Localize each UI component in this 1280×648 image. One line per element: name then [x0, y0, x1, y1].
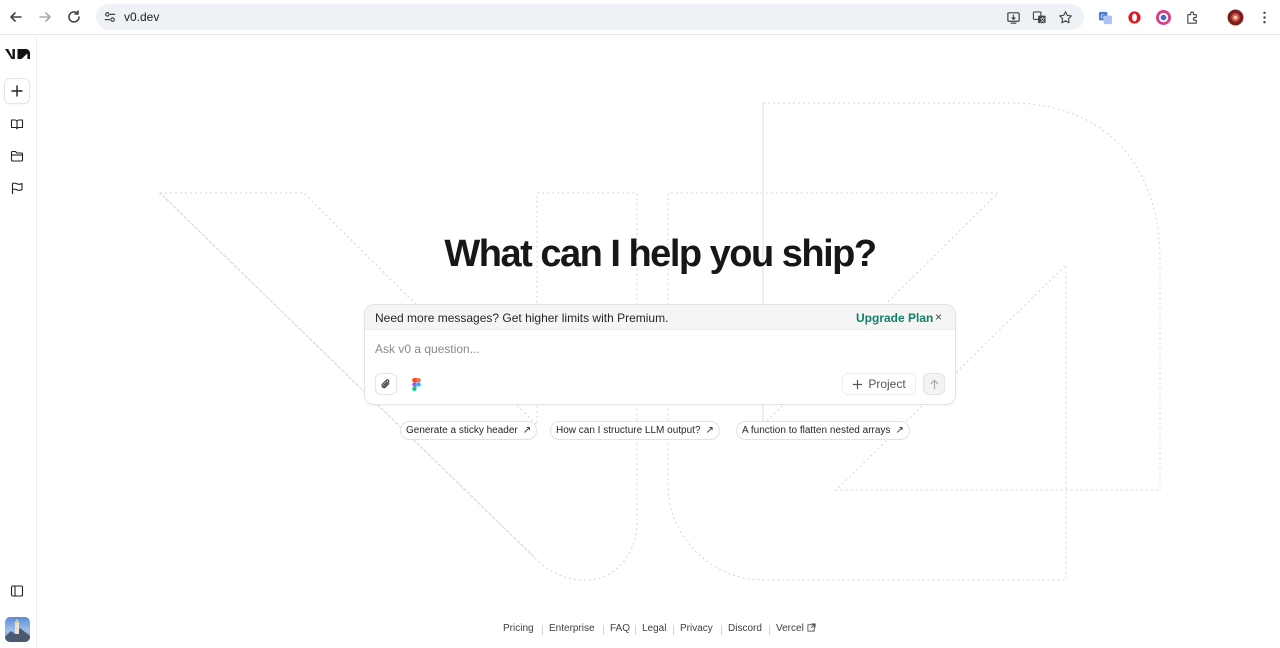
arrow-up-right-icon: ↗ — [705, 425, 714, 436]
footer-link-enterprise[interactable]: Enterprise — [549, 623, 595, 634]
prompt-input[interactable] — [375, 340, 945, 358]
browser-menu-icon[interactable] — [1255, 8, 1273, 26]
suggestion-label: A function to flatten nested arrays — [742, 425, 891, 436]
suggestion-chip[interactable]: A function to flatten nested arrays ↗ — [736, 421, 910, 440]
flag-icon — [11, 182, 23, 194]
attach-file-button[interactable] — [375, 373, 397, 395]
plus-icon — [853, 379, 863, 389]
address-bar[interactable]: v0.dev 文 — [96, 4, 1084, 30]
arrow-up-right-icon: ↗ — [522, 425, 532, 436]
footer-link-vercel[interactable]: Vercel — [776, 623, 816, 634]
back-button[interactable] — [4, 5, 28, 29]
profile-avatar-icon[interactable] — [1226, 8, 1244, 26]
send-button[interactable] — [923, 373, 945, 395]
suggestion-label: How can I structure LLM output? — [556, 425, 701, 436]
figma-icon — [411, 377, 421, 391]
suggestion-chips: Generate a sticky header ↗ How can I str… — [0, 421, 1280, 441]
project-button-label: Project — [868, 377, 906, 391]
arrow-up-right-icon: ↗ — [895, 425, 904, 436]
forward-button[interactable] — [33, 5, 57, 29]
sidebar-panel-icon — [10, 585, 24, 597]
close-banner-button[interactable]: × — [935, 310, 942, 324]
upgrade-banner: Need more messages? Get higher limits wi… — [365, 305, 955, 330]
sidebar — [0, 36, 37, 648]
reload-button[interactable] — [62, 5, 86, 29]
footer-divider — [721, 625, 722, 635]
footer: Pricing Enterprise FAQ Legal Privacy Dis… — [0, 623, 1280, 637]
book-open-icon — [10, 119, 24, 130]
browser-toolbar: v0.dev 文 G — [0, 0, 1280, 35]
footer-link-privacy[interactable]: Privacy — [680, 623, 713, 634]
suggestion-chip[interactable]: Generate a sticky header ↗ — [400, 421, 538, 440]
translate-icon[interactable]: 文 — [1031, 9, 1047, 25]
prompt-composer: Need more messages? Get higher limits wi… — [364, 304, 956, 405]
folder-icon — [10, 150, 24, 162]
site-info-icon[interactable] — [102, 9, 118, 25]
install-app-icon[interactable] — [1005, 9, 1021, 25]
footer-divider — [673, 625, 674, 635]
footer-link-faq[interactable]: FAQ — [610, 623, 630, 634]
external-link-icon — [807, 623, 816, 632]
plus-icon — [11, 85, 23, 97]
footer-link-legal[interactable]: Legal — [642, 623, 666, 634]
upgrade-plan-link[interactable]: Upgrade Plan — [856, 311, 933, 325]
url-text: v0.dev — [124, 10, 160, 24]
library-button[interactable] — [4, 111, 30, 137]
footer-link-vercel-label: Vercel — [776, 623, 804, 634]
add-project-button[interactable]: Project — [842, 373, 916, 395]
reload-icon — [68, 10, 80, 23]
footer-divider — [542, 625, 543, 635]
footer-link-discord[interactable]: Discord — [728, 623, 762, 634]
paperclip-icon — [381, 379, 390, 389]
suggestion-label: Generate a sticky header — [406, 425, 518, 436]
banner-message: Need more messages? Get higher limits wi… — [375, 311, 669, 325]
footer-divider — [635, 625, 636, 635]
opera-extension-icon[interactable] — [1125, 8, 1143, 26]
v0-logo[interactable] — [4, 46, 32, 62]
arrow-up-icon — [930, 379, 938, 389]
page-headline: What can I help you ship? — [444, 233, 877, 275]
arrow-right-icon — [39, 12, 51, 22]
footer-divider — [769, 625, 770, 635]
color-extension-icon[interactable] — [1154, 8, 1172, 26]
arrow-left-icon — [10, 12, 22, 22]
translate-extension-icon[interactable]: G — [1096, 8, 1114, 26]
svg-text:文: 文 — [1039, 16, 1045, 24]
footer-divider — [603, 625, 604, 635]
new-chat-button[interactable] — [4, 78, 30, 104]
feedback-button[interactable] — [4, 175, 30, 201]
figma-import-button[interactable] — [405, 373, 427, 395]
extensions-puzzle-icon[interactable] — [1183, 8, 1201, 26]
toggle-sidebar-button[interactable] — [4, 578, 30, 604]
footer-link-pricing[interactable]: Pricing — [503, 623, 534, 634]
suggestion-chip[interactable]: How can I structure LLM output? ↗ — [550, 421, 720, 440]
svg-text:G: G — [1100, 14, 1104, 20]
bookmark-star-icon[interactable] — [1057, 9, 1073, 25]
projects-button[interactable] — [4, 143, 30, 169]
